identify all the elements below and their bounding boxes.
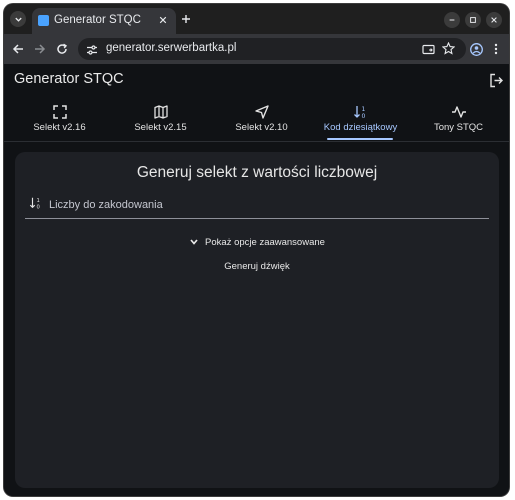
tab-close-button[interactable] <box>156 13 170 27</box>
navigation-icon <box>255 105 269 119</box>
logout-button[interactable] <box>488 72 504 88</box>
minimize-icon <box>449 19 455 21</box>
svg-text:1: 1 <box>36 198 39 204</box>
site-favicon-icon <box>38 15 49 26</box>
arrow-right-icon <box>35 44 46 54</box>
tab-search-button[interactable] <box>10 11 26 27</box>
avatar-icon <box>469 42 483 56</box>
bookmark-star-icon[interactable] <box>441 41 456 60</box>
back-button[interactable] <box>10 41 26 57</box>
browser-menu-button[interactable] <box>488 41 504 57</box>
logout-icon <box>489 73 503 87</box>
tab-tony-stqc[interactable]: Tony STQC <box>408 100 509 140</box>
tab-strip: Generator STQC <box>4 4 509 34</box>
sort-numeric-icon: 10 <box>354 106 366 120</box>
sort-numeric-icon: 10 <box>29 197 40 210</box>
browser-tab[interactable]: Generator STQC <box>32 8 176 34</box>
fullscreen-icon <box>53 105 67 119</box>
numbers-input[interactable] <box>47 194 481 216</box>
svg-text:0: 0 <box>36 204 39 210</box>
new-tab-button[interactable] <box>179 12 193 26</box>
numbers-field: 10 <box>25 192 489 219</box>
tabs-divider <box>4 141 509 142</box>
browser-toolbar: generator.serwerbartka.pl <box>4 34 509 64</box>
close-icon <box>159 16 167 24</box>
advanced-options-label: Pokaż opcje zaawansowane <box>205 236 325 248</box>
window-close-button[interactable] <box>486 12 502 28</box>
arrow-left-icon <box>12 44 23 54</box>
tab-selekt-v215[interactable]: Selekt v2.15 <box>110 100 211 140</box>
mode-tabs: Selekt v2.16 Selekt v2.15 Selekt v2.10 1… <box>4 100 509 140</box>
plus-icon <box>182 15 190 23</box>
svg-text:0: 0 <box>362 113 366 120</box>
page-content: Generator STQC Selekt v2.16 Selekt v2.15… <box>4 64 509 496</box>
tab-label: Selekt v2.15 <box>134 122 187 133</box>
advanced-options-toggle[interactable]: Pokaż opcje zaawansowane <box>15 233 499 251</box>
chevron-down-icon <box>14 17 22 22</box>
card-title: Generuj selekt z wartości liczbowej <box>136 164 378 181</box>
map-icon <box>154 105 168 119</box>
chevron-down-icon <box>190 239 198 245</box>
site-info-icon[interactable] <box>86 43 98 61</box>
tab-title: Generator STQC <box>54 14 141 26</box>
maximize-button[interactable] <box>465 12 481 28</box>
browser-window: Generator STQC generator.serwerbartka.pl… <box>4 4 509 496</box>
tab-label: Tony STQC <box>433 122 484 133</box>
forward-button[interactable] <box>32 41 48 57</box>
reload-icon <box>57 43 68 54</box>
cast-icon[interactable] <box>422 43 435 61</box>
app-title: Generator STQC <box>14 71 124 87</box>
minimize-button[interactable] <box>444 12 460 28</box>
tab-label: Selekt v2.16 <box>33 122 86 133</box>
generate-sound-button[interactable]: Generuj dźwięk <box>207 256 307 278</box>
more-vert-icon <box>494 43 498 55</box>
generator-card: Generuj selekt z wartości liczbowej 10 P… <box>15 152 499 488</box>
tab-label: Kod dziesiątkowy <box>323 122 398 133</box>
svg-text:1: 1 <box>362 106 366 113</box>
tab-selekt-v210[interactable]: Selekt v2.10 <box>211 100 312 140</box>
address-bar[interactable]: generator.serwerbartka.pl <box>78 38 466 60</box>
tab-kod-dziesiatkowy[interactable]: 10 Kod dziesiątkowy <box>310 100 411 140</box>
active-tab-indicator <box>327 138 393 140</box>
waveform-icon <box>452 106 466 118</box>
reload-button[interactable] <box>54 41 70 57</box>
tab-selekt-v216[interactable]: Selekt v2.16 <box>9 100 110 140</box>
url-text: generator.serwerbartka.pl <box>106 42 237 54</box>
maximize-icon <box>470 17 476 23</box>
profile-button[interactable] <box>468 41 484 57</box>
close-icon <box>491 17 497 23</box>
tab-label: Selekt v2.10 <box>235 122 288 133</box>
